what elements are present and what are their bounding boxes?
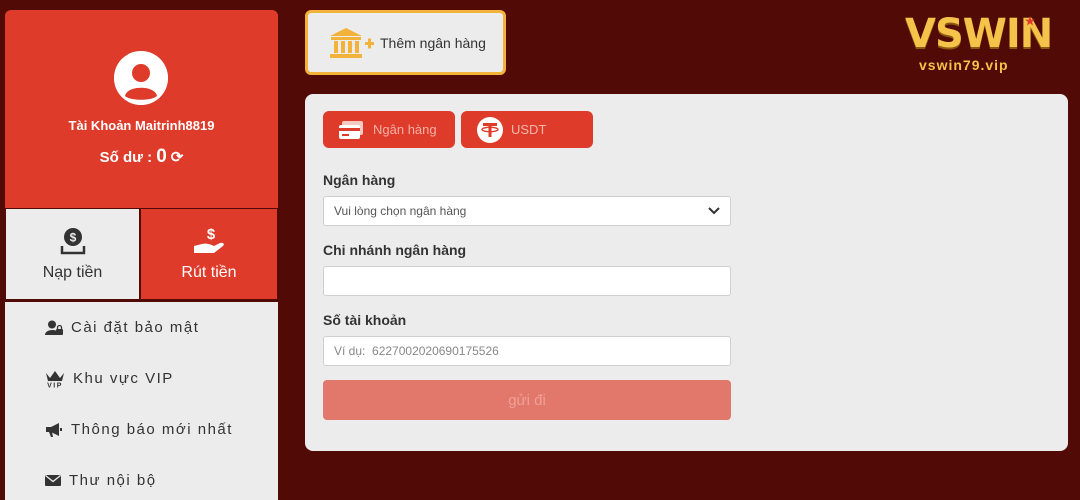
bank-card-icon: [339, 120, 363, 139]
hand-money-icon: $: [194, 226, 224, 253]
chevron-down-icon: [708, 207, 720, 215]
menu-item-label: Khu vực VIP: [73, 370, 174, 387]
menu-item-vip[interactable]: VIP Khu vực VIP: [5, 353, 278, 404]
menu-item-security[interactable]: Cài đặt bảo mật: [5, 302, 278, 353]
refresh-icon[interactable]: ⟳: [171, 148, 184, 166]
withdraw-button[interactable]: $ Rút tiền: [140, 208, 278, 300]
wallet-actions: $ Nạp tiền $ Rút tiền: [5, 208, 278, 300]
method-tabs: Ngân hàng USDT: [323, 111, 593, 148]
star-icon: [1025, 16, 1035, 26]
tether-icon: [477, 116, 503, 143]
deposit-button[interactable]: $ Nạp tiền: [5, 208, 140, 300]
vip-crown-icon: VIP: [46, 370, 64, 388]
user-avatar-icon: [114, 51, 168, 105]
balance-value: 0: [156, 146, 167, 167]
balance: Số dư : 0 ⟳: [5, 146, 278, 168]
withdraw-form-panel: Ngân hàng USDT Ngân hàng Vui lòng chọn n…: [305, 94, 1068, 451]
profile-card: Tài Khoản Maitrinh8819 Số dư : 0 ⟳: [5, 10, 278, 208]
logo-domain: vswin79.vip: [919, 57, 1009, 73]
user-lock-icon: [45, 320, 63, 335]
tab-label: Ngân hàng: [373, 122, 437, 137]
branch-field[interactable]: [323, 266, 731, 296]
sidebar-menu: Cài đặt bảo mật VIP Khu vực VIP Thông bá…: [5, 302, 278, 500]
logo-wordmark: VSWIN: [905, 11, 1053, 57]
bank-label: Ngân hàng: [323, 172, 396, 188]
bank-plus-icon: [330, 27, 374, 58]
submit-button[interactable]: gửi đi: [323, 380, 731, 420]
account-sidebar: Tài Khoản Maitrinh8819 Số dư : 0 ⟳ $ Nạp…: [5, 10, 278, 500]
menu-item-label: Thông báo mới nhất: [71, 421, 233, 438]
tab-usdt[interactable]: USDT: [461, 111, 593, 148]
brand-logo: VSWIN vswin79.vip: [905, 12, 1065, 76]
menu-item-inbox[interactable]: Thư nội bộ: [5, 455, 278, 500]
avatar: [114, 51, 168, 105]
menu-item-notifications[interactable]: Thông báo mới nhất: [5, 404, 278, 455]
tab-bank[interactable]: Ngân hàng: [323, 111, 455, 148]
account-number-input[interactable]: [334, 344, 720, 358]
account-name: Tài Khoản Maitrinh8819: [68, 118, 215, 133]
menu-item-label: Thư nội bộ: [69, 472, 157, 489]
menu-item-label: Cài đặt bảo mật: [71, 319, 200, 336]
tab-label: USDT: [511, 122, 547, 137]
balance-label: Số dư :: [99, 148, 153, 166]
coin-deposit-icon: $: [60, 228, 85, 255]
branch-input[interactable]: [334, 274, 720, 288]
svg-text:VIP: VIP: [47, 382, 63, 388]
svg-text:$: $: [207, 226, 216, 243]
account-number-label: Số tài khoản: [323, 312, 407, 328]
account-number-field[interactable]: [323, 336, 731, 366]
withdraw-label: Rút tiền: [181, 264, 237, 281]
add-bank-label: Thêm ngân hàng: [380, 34, 486, 51]
deposit-label: Nạp tiền: [42, 264, 103, 281]
svg-text:$: $: [69, 231, 76, 245]
megaphone-icon: [46, 422, 62, 437]
branch-label: Chi nhánh ngân hàng: [323, 242, 467, 258]
bank-select[interactable]: Vui lòng chọn ngân hàng: [323, 196, 731, 226]
bank-select-value: Vui lòng chọn ngân hàng: [334, 204, 467, 218]
envelope-icon: [45, 474, 61, 486]
add-bank-button[interactable]: Thêm ngân hàng: [305, 10, 506, 75]
